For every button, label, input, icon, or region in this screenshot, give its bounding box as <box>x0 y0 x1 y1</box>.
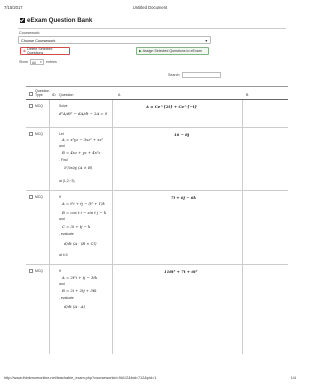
print-header: 7/15/2017 Untitled Document <box>4 5 296 13</box>
question-math: A = t²i + tj − (t² + 1)k <box>62 201 105 206</box>
question-text: and <box>59 144 65 148</box>
column-header-question[interactable]: Question <box>59 93 73 97</box>
question-text: , evaluate <box>59 296 74 300</box>
print-footer: http://www.thinkmoreonline.net/teachable… <box>4 376 296 382</box>
row-checkbox[interactable] <box>29 104 33 108</box>
assign-to-exam-label: Assign Selected Questions to eExam <box>142 49 202 53</box>
search-label: Search: <box>168 73 181 77</box>
search: Search: <box>168 72 222 78</box>
show-entries: Show All ▼ entries <box>19 59 57 65</box>
answer-a: A = Ce^{2t} + Ce^{−t} <box>146 104 197 109</box>
question-text: at t=0 <box>59 253 68 257</box>
table-row[interactable]: MCQ If A = 2t²i + tj − 3tk and B = 2i + … <box>26 265 288 355</box>
question-math: A = 2t²i + tj − 3tk <box>62 275 98 280</box>
row-type: MCQ <box>35 269 43 273</box>
print-document-title: Untitled Document <box>132 5 168 10</box>
print-url: http://www.thinkmoreonline.net/teachable… <box>4 376 157 380</box>
question-text: . Find <box>59 158 68 162</box>
question-text: , evaluate <box>59 232 74 236</box>
answer-a: 16 − 8j <box>174 132 190 137</box>
question-text: and <box>59 217 65 221</box>
delete-selected-button[interactable]: ⊗ Delete Selected Questions <box>20 47 70 55</box>
column-header-type[interactable]: Question Type <box>35 89 49 97</box>
coursework-select[interactable]: Choose Coursework ▼ <box>18 36 211 44</box>
question-text: at (1,2,−3) <box>59 179 75 183</box>
answer-a: 118t³ + 7t + 6t² <box>164 269 198 274</box>
row-checkbox[interactable] <box>29 195 33 199</box>
checkbox-icon <box>20 18 25 23</box>
arrow-right-icon: ▶ <box>139 49 142 53</box>
entries-select[interactable]: All ▼ <box>30 59 44 65</box>
print-page-number: 1/4 <box>290 376 296 380</box>
question-text: If <box>59 195 61 199</box>
column-header-b[interactable]: B <box>246 93 248 97</box>
chevron-down-icon: ▼ <box>39 60 43 64</box>
table-row[interactable]: MCQ Let A = x²yz − 3xz² + xz² and B = 4x… <box>26 128 288 191</box>
column-header-a[interactable]: A <box>118 93 120 97</box>
question-math: C = 3i + tj − k <box>62 224 91 229</box>
table-row[interactable]: MCQ If A = t²i + tj − (t² + 1)k B = cos … <box>26 191 288 265</box>
select-all-checkbox[interactable] <box>29 92 33 96</box>
divider <box>18 28 286 29</box>
question-math: B = cos t i − sin t j − k <box>62 210 107 215</box>
question-math: A = x²yz − 3xz² + xz² <box>62 137 104 142</box>
question-math: ∂²/∂x∂y (A × B) <box>64 165 93 170</box>
panel-title: eExam Question Bank <box>18 16 286 25</box>
table-row[interactable]: MCQ Solve d²A/dt² − dA/dt − 2A = 0 A = C… <box>26 100 288 128</box>
question-text: and <box>59 282 65 286</box>
question-bank-panel: eExam Question Bank Coursework: Choose C… <box>18 16 286 86</box>
question-math: d/dt (A · (B × C)) <box>64 241 97 246</box>
row-type: MCQ <box>35 104 43 108</box>
row-checkbox[interactable] <box>29 132 33 136</box>
answer-a: 7i + 6j − 6k <box>171 195 197 200</box>
question-text: Let <box>59 132 64 136</box>
delete-icon: ⊗ <box>23 49 27 53</box>
question-math: d/dt (A · A) <box>64 304 85 309</box>
search-input[interactable] <box>182 72 222 78</box>
coursework-label: Coursework: <box>19 31 41 35</box>
question-math: B = 4xz + yz + 4x²z <box>62 150 101 155</box>
row-type: MCQ <box>35 195 43 199</box>
delete-selected-label: Delete Selected Questions <box>27 47 53 55</box>
question-text: Solve <box>59 104 68 108</box>
coursework-select-value: Choose Coursework <box>21 38 56 43</box>
question-math: B = 2i + 2tj + 3tk <box>62 288 97 293</box>
question-math: d²A/dt² − dA/dt − 2A = 0 <box>59 111 108 116</box>
question-text: If <box>59 269 61 273</box>
row-type: MCQ <box>35 132 43 136</box>
column-header-id[interactable]: ID <box>52 93 56 97</box>
entries-select-value: All <box>32 60 36 65</box>
questions-table: Question Type ID Question A B MCQ Solve … <box>26 86 288 354</box>
panel-title-text: eExam Question Bank <box>27 17 93 24</box>
entries-label: entries <box>46 60 57 64</box>
table-header: Question Type ID Question A B <box>26 87 288 100</box>
row-checkbox[interactable] <box>29 269 33 273</box>
chevron-down-icon: ▼ <box>204 38 208 43</box>
assign-to-exam-button[interactable]: ▶ Assign Selected Questions to eExam <box>136 47 209 55</box>
show-label: Show <box>19 60 28 64</box>
